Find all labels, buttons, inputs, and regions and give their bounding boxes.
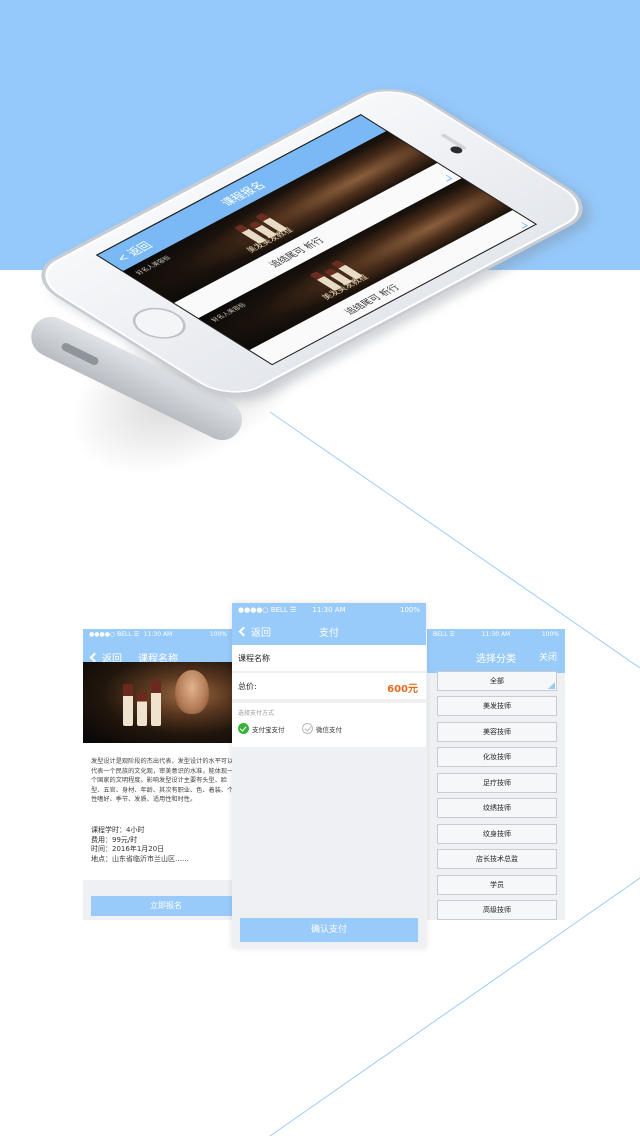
page-title: 支付 xyxy=(319,628,339,639)
wechat-pay-option[interactable]: 微信支付 xyxy=(302,723,342,734)
nav-bar: 返回 支付 xyxy=(232,617,426,645)
total-label: 总价: xyxy=(238,682,257,691)
payment-screen: ●●●●○ BELL ☰ 11:30 AM 100% 返回 支付 课程名称 总价… xyxy=(232,603,426,948)
category-item[interactable]: 足疗技师 xyxy=(437,773,557,793)
model-portrait xyxy=(175,670,209,714)
register-now-button[interactable]: 立即报名 xyxy=(91,896,233,916)
category-item-selected[interactable]: 全部 xyxy=(437,671,557,691)
category-item[interactable]: 美容技师 xyxy=(437,722,557,742)
bottle-image xyxy=(151,680,161,726)
course-name-row: 课程名称 xyxy=(232,645,426,671)
payment-method-section: 选择支付方式 支付宝支付 微信支付 xyxy=(232,703,426,747)
category-item[interactable]: 店长技术总监 xyxy=(437,849,557,869)
course-detail-screen: ●●●●○ BELL ☰ 11:30 AM 100% 返回 课程名称 发型设计是… xyxy=(83,629,233,920)
course-description: 发型设计是观阶段的杰出代表，发型设计的水平可以代表一个民族的文化观，审美意识的水… xyxy=(91,758,233,804)
status-bar: ●●●●○ BELL ☰ 11:30 AM 100% xyxy=(232,603,426,617)
status-bar: BELL ☰ 11:30 AM 100% xyxy=(427,629,565,641)
payment-method-header: 选择支付方式 xyxy=(238,710,275,717)
category-item[interactable]: 美发技师 xyxy=(437,696,557,716)
alipay-option[interactable]: 支付宝支付 xyxy=(238,723,285,734)
category-item[interactable]: 高级技师 xyxy=(437,900,557,920)
category-item[interactable]: 纹身技师 xyxy=(437,824,557,844)
selected-corner-icon xyxy=(548,682,555,689)
course-name: 课程名称 xyxy=(238,654,270,663)
close-button[interactable]: 关闭 xyxy=(539,650,557,663)
course-fee: 费用：99元/时 xyxy=(91,835,138,844)
category-select-screen: BELL ☰ 11:30 AM 100% 选择分类 关闭 全部 美发技师 美容技… xyxy=(427,629,565,920)
corner-arrow-icon xyxy=(441,174,453,182)
bottle-image xyxy=(123,684,133,726)
course-banner-image xyxy=(83,662,233,743)
total-price: 600元 xyxy=(387,684,418,695)
total-price-row: 总价: 600元 xyxy=(232,673,426,699)
status-time: 11:30 AM xyxy=(312,606,346,614)
category-item[interactable]: 化妆技师 xyxy=(437,747,557,767)
phone-mockup: < 返回 课程报名 好名人美容标 美发美发教程 追结尾可 析行 好名人美容标 美… xyxy=(20,50,620,513)
course-hours: 课程学时：4小时 xyxy=(91,826,145,834)
battery-indicator: 100% xyxy=(541,631,559,638)
category-item[interactable]: 纹绣技师 xyxy=(437,798,557,818)
corner-arrow-icon xyxy=(516,222,528,229)
status-bar: ●●●●○ BELL ☰ 11:30 AM 100% xyxy=(83,629,233,641)
confirm-payment-button[interactable]: 确认支付 xyxy=(240,918,418,942)
bottle-image xyxy=(137,692,147,726)
check-circle-icon[interactable] xyxy=(302,723,313,734)
battery-indicator: 100% xyxy=(209,631,227,638)
course-info: 课程学时：4小时 费用：99元/时 时间：2016年1月20日 地点：山东省临沂… xyxy=(91,826,189,864)
check-circle-icon[interactable] xyxy=(238,723,249,734)
course-date: 时间：2016年1月20日 xyxy=(91,845,165,853)
nav-bar: 选择分类 关闭 xyxy=(427,641,565,673)
battery-indicator: 100% xyxy=(399,606,420,614)
course-location: 地点：山东省临沂市兰山区…… xyxy=(91,854,189,863)
category-item[interactable]: 学员 xyxy=(437,875,557,895)
